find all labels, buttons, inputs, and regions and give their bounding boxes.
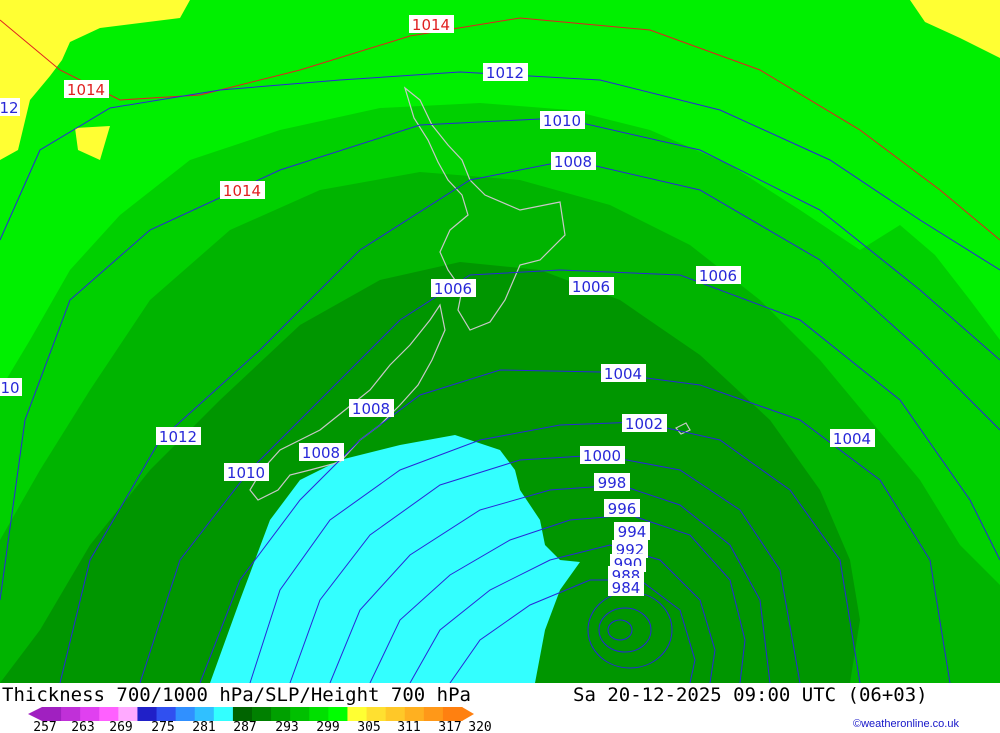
isobar-label: 1012 [483,63,528,82]
isobar-label: 1000 [580,446,625,465]
scale-swatch [61,707,81,721]
scale-tick: 305 [357,720,380,733]
scale-tick: 281 [192,720,215,733]
scale-arrow-right [462,707,474,721]
svg-text:998: 998 [598,474,627,492]
scale-ticks: 257 263 269 275 281 287 293 299 305 311 … [33,720,491,733]
scale-tick: 293 [275,720,298,733]
scale-swatch [423,707,444,721]
scale-tick: 311 [397,720,420,733]
scale-swatch [118,707,138,721]
svg-text:996: 996 [608,500,637,518]
map-datetime: Sa 20-12-2025 09:00 UTC (06+03) [573,684,928,706]
scale-tick: 257 [33,720,56,733]
isobar-label: 1010 [224,463,269,482]
scale-swatch [309,707,329,721]
scale-swatch [80,707,100,721]
scale-swatch [271,707,291,721]
svg-text:12: 12 [0,99,19,117]
isobar-label: 1012 [156,427,201,446]
isobar-label: 1004 [830,429,875,448]
isobar-label: 1006 [431,279,476,298]
isobar-label: 1004 [601,364,646,383]
svg-text:1006: 1006 [699,267,737,285]
isobar-label: 1008 [299,443,344,462]
scale-swatch [42,707,62,721]
scale-tick: 287 [233,720,256,733]
isobar-label: 1008 [349,399,394,418]
scale-swatch [366,707,387,721]
scale-swatch [347,707,368,721]
svg-text:1000: 1000 [583,447,621,465]
isobar-label: 984 [608,578,644,597]
svg-text:1014: 1014 [412,16,450,34]
svg-text:1008: 1008 [554,153,592,171]
scale-swatch [290,707,310,721]
svg-text:1008: 1008 [302,444,340,462]
scale-tick: 269 [109,720,132,733]
scale-swatches [28,707,474,721]
color-scale: 257 263 269 275 281 287 293 299 305 311 … [28,707,492,733]
scale-swatch [213,707,234,721]
isobar-label: 1014 [409,15,454,34]
svg-text:1010: 1010 [543,112,581,130]
isobar-label: 1002 [622,414,667,433]
scale-tick: 320 [468,720,491,733]
svg-text:1004: 1004 [604,365,642,383]
scale-tick: 275 [151,720,174,733]
svg-text:1008: 1008 [352,400,390,418]
svg-text:10: 10 [0,379,19,397]
isobar-label: 1010 [540,111,585,130]
scale-swatch [137,707,158,721]
svg-text:1014: 1014 [223,182,261,200]
isobar-label: 996 [604,499,640,518]
isobar-label: 1008 [551,152,596,171]
scale-swatch [99,707,119,721]
map-title: Thickness 700/1000 hPa/SLP/Height 700 hP… [2,684,471,706]
svg-text:1014: 1014 [67,81,105,99]
isobar-label: 1014 [220,181,265,200]
svg-text:1006: 1006 [572,278,610,296]
svg-text:1006: 1006 [434,280,472,298]
svg-text:984: 984 [612,579,641,597]
svg-text:1012: 1012 [159,428,197,446]
scale-swatch [194,707,215,721]
isobar-label: 998 [594,473,630,492]
svg-text:1010: 1010 [227,464,265,482]
scale-swatch [232,707,253,721]
scale-swatch [175,707,196,721]
credit-link[interactable]: ©weatheronline.co.uk [853,718,959,730]
isobar-label: 1014 [64,80,109,99]
isobar-label: 994 [614,522,650,541]
svg-text:994: 994 [618,523,647,541]
scale-swatch [442,707,463,721]
isobar-label: 1006 [696,266,741,285]
svg-text:1004: 1004 [833,430,871,448]
weather-map: 1014 1014 1014 1012 12 1010 1008 1006 10… [0,0,1000,683]
isobar-label: 1006 [569,277,614,296]
scale-tick: 317 [438,720,461,733]
scale-swatch [385,707,406,721]
scale-arrow-left [28,707,42,721]
scale-swatch [156,707,177,721]
scale-swatch [252,707,272,721]
scale-tick: 263 [71,720,94,733]
svg-text:1002: 1002 [625,415,663,433]
scale-swatch [404,707,425,721]
isobar-label: 10 [0,378,22,397]
isobar-label: 12 [0,98,20,117]
scale-tick: 299 [316,720,339,733]
svg-text:1012: 1012 [486,64,524,82]
scale-swatch [328,707,348,721]
